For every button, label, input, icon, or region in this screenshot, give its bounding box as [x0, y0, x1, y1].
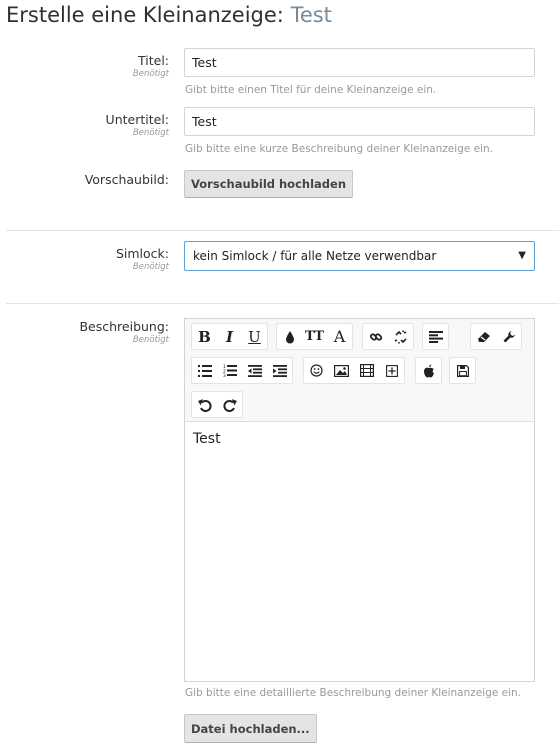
title-input[interactable]	[184, 48, 535, 77]
bullet-list-icon[interactable]	[192, 358, 217, 383]
apple-icon[interactable]	[416, 358, 441, 383]
svg-text:3: 3	[223, 373, 226, 377]
link-icon[interactable]	[363, 324, 388, 349]
media-icon[interactable]	[354, 358, 379, 383]
title-label: Titel:	[138, 53, 169, 68]
subtitle-input[interactable]	[184, 107, 535, 136]
editor-content[interactable]: Test	[193, 431, 221, 447]
toolbar-group-text-style: B I U	[191, 323, 268, 350]
title-required: Benötigt	[132, 69, 169, 79]
outdent-icon[interactable]	[242, 358, 267, 383]
font-size-icon[interactable]: TT	[302, 324, 327, 349]
unlink-icon[interactable]	[388, 324, 413, 349]
subtitle-label-group: Untertitel: Benötigt	[106, 112, 169, 139]
upload-file-button[interactable]: Datei hochladen...	[184, 714, 317, 743]
description-required: Benötigt	[132, 335, 169, 345]
toolbar-group-save	[449, 357, 476, 384]
section-divider	[6, 303, 559, 304]
bold-icon[interactable]: B	[192, 324, 217, 349]
simlock-select[interactable]: kein Simlock / für alle Netze verwendbar…	[184, 241, 535, 271]
undo-icon[interactable]	[192, 392, 217, 417]
simlock-required: Benötigt	[132, 262, 169, 272]
toolbar-group-font: TT A	[276, 323, 353, 350]
redo-icon[interactable]	[217, 392, 242, 417]
toolbar-group-insert	[303, 357, 405, 384]
toolbar-group-history	[191, 391, 243, 418]
toolbar-group-apple	[415, 357, 442, 384]
description-editor[interactable]: B I U TT A 1 2 3 Test	[184, 318, 535, 682]
toolbar-group-lists: 123	[191, 357, 293, 384]
page-title-prefix: Erstelle eine Kleinanzeige:	[6, 3, 284, 27]
text-color-icon[interactable]	[277, 324, 302, 349]
description-label-group: Beschreibung: Benötigt	[79, 319, 169, 346]
description-label: Beschreibung:	[79, 319, 169, 334]
editor-toolbar: B I U TT A 1 2 3	[185, 319, 534, 422]
subtitle-hint: Gib bitte eine kurze Beschreibung deiner…	[185, 143, 493, 155]
image-icon[interactable]	[329, 358, 354, 383]
remove-format-icon[interactable]	[471, 324, 496, 349]
page-title-subject: Test	[290, 3, 332, 27]
smiley-icon[interactable]	[304, 358, 329, 383]
font-family-icon[interactable]: A	[327, 324, 352, 349]
title-hint: Gibt bitte einen Titel für deine Kleinan…	[185, 84, 437, 96]
underline-icon[interactable]: U	[242, 324, 267, 349]
toolbar-group-link	[362, 323, 414, 350]
simlock-label-group: Simlock: Benötigt	[116, 246, 169, 273]
insert-icon[interactable]	[379, 358, 404, 383]
italic-icon[interactable]: I	[217, 324, 242, 349]
page-title: Erstelle eine Kleinanzeige: Test	[6, 2, 332, 28]
align-icon[interactable]	[423, 324, 448, 349]
dropdown-arrow-icon: ▼	[518, 250, 526, 261]
upload-preview-image-button[interactable]: Vorschaubild hochladen	[184, 170, 354, 198]
section-divider	[6, 230, 559, 231]
indent-icon[interactable]	[267, 358, 292, 383]
title-label-group: Titel: Benötigt	[133, 53, 169, 80]
description-hint: Gib bitte eine detaillierte Beschreibung…	[185, 687, 521, 699]
toolbar-group-format	[470, 323, 522, 350]
preview-image-label-group: Vorschaubild:	[85, 172, 169, 188]
subtitle-required: Benötigt	[132, 128, 169, 138]
simlock-label: Simlock:	[115, 246, 169, 261]
simlock-selected-value: kein Simlock / für alle Netze verwendbar	[193, 249, 437, 263]
save-draft-icon[interactable]	[450, 358, 475, 383]
preview-image-label: Vorschaubild:	[84, 172, 169, 187]
toolbar-group-align	[422, 323, 449, 350]
subtitle-label: Untertitel:	[105, 112, 169, 127]
wrench-icon[interactable]	[496, 324, 521, 349]
numbered-list-icon[interactable]: 123	[217, 358, 242, 383]
